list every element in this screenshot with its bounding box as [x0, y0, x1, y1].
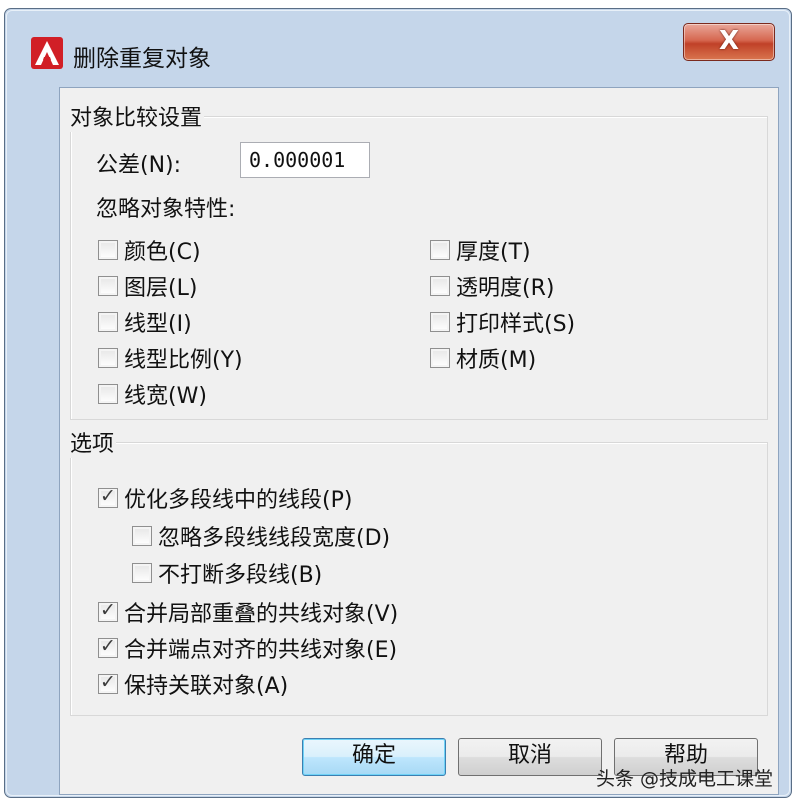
checkbox-box[interactable] — [132, 526, 152, 546]
checkbox-combine-end-to-end[interactable]: 合并端点对齐的共线对象(E) — [98, 634, 398, 663]
checkbox-thickness[interactable]: 厚度(T) — [430, 236, 531, 265]
checkbox-label: 忽略多段线线段宽度(D) — [158, 526, 391, 551]
checkbox-linetype[interactable]: 线型(I) — [98, 308, 192, 337]
checkbox-label: 合并局部重叠的共线对象(V) — [124, 602, 399, 627]
cancel-button[interactable]: 取消 — [458, 738, 602, 776]
checkbox-label: 合并端点对齐的共线对象(E) — [124, 638, 398, 663]
checkbox-do-not-break-polyline[interactable]: 不打断多段线(B) — [132, 559, 323, 588]
checkbox-label: 颜色(C) — [124, 240, 201, 265]
checkbox-layer[interactable]: 图层(L) — [98, 272, 198, 301]
checkbox-box[interactable] — [98, 348, 118, 368]
window-title: 删除重复对象 — [73, 46, 211, 72]
checkbox-box[interactable] — [430, 312, 450, 332]
checkbox-box[interactable] — [98, 276, 118, 296]
checkbox-box[interactable] — [430, 240, 450, 260]
checkbox-label: 线宽(W) — [124, 384, 207, 409]
autocad-app-icon — [31, 37, 63, 69]
compare-settings-legend: 对象比较设置 — [68, 100, 205, 132]
checkbox-label: 线型比例(Y) — [124, 348, 243, 373]
checkbox-box[interactable] — [98, 485, 118, 508]
checkbox-color[interactable]: 颜色(C) — [98, 236, 201, 265]
ignore-properties-label: 忽略对象特性: — [96, 197, 236, 222]
checkbox-box[interactable] — [98, 312, 118, 332]
checkbox-box[interactable] — [98, 671, 118, 694]
close-icon: X — [718, 26, 740, 56]
checkbox-label: 不打断多段线(B) — [158, 563, 323, 588]
checkbox-box[interactable] — [98, 635, 118, 658]
title-bar[interactable]: 删除重复对象 X — [11, 15, 785, 81]
checkbox-lineweight[interactable]: 线宽(W) — [98, 380, 207, 409]
checkbox-linetype-scale[interactable]: 线型比例(Y) — [98, 344, 243, 373]
checkbox-label: 厚度(T) — [456, 240, 531, 265]
checkbox-label: 优化多段线中的线段(P) — [124, 488, 353, 513]
checkbox-label: 透明度(R) — [456, 276, 555, 301]
tolerance-input[interactable]: 0.000001 — [240, 142, 370, 178]
options-legend: 选项 — [68, 426, 117, 458]
checkbox-combine-overlapping[interactable]: 合并局部重叠的共线对象(V) — [98, 598, 399, 627]
checkbox-box[interactable] — [430, 276, 450, 296]
checkbox-box[interactable] — [98, 599, 118, 622]
checkbox-box[interactable] — [132, 563, 152, 583]
ok-button[interactable]: 确定 — [302, 738, 446, 776]
checkbox-plot-style[interactable]: 打印样式(S) — [430, 308, 576, 337]
close-button[interactable]: X — [683, 23, 775, 61]
checkbox-label: 材质(M) — [456, 348, 537, 373]
checkbox-material[interactable]: 材质(M) — [430, 344, 537, 373]
checkbox-label: 线型(I) — [124, 312, 192, 337]
checkbox-ignore-polyline-width[interactable]: 忽略多段线线段宽度(D) — [132, 522, 391, 551]
checkbox-label: 图层(L) — [124, 276, 198, 301]
checkbox-box[interactable] — [430, 348, 450, 368]
checkbox-label: 保持关联对象(A) — [124, 674, 289, 699]
checkbox-transparency[interactable]: 透明度(R) — [430, 272, 555, 301]
checkbox-box[interactable] — [98, 240, 118, 260]
checkbox-optimize-polyline[interactable]: 优化多段线中的线段(P) — [98, 484, 353, 513]
checkbox-box[interactable] — [98, 384, 118, 404]
checkbox-maintain-associative[interactable]: 保持关联对象(A) — [98, 670, 289, 699]
tolerance-label: 公差(N): — [96, 153, 182, 178]
dialog-client-area: 对象比较设置 公差(N): 0.000001 忽略对象特性: 颜色(C) 图层(… — [59, 87, 779, 795]
checkbox-label: 打印样式(S) — [456, 312, 576, 337]
dialog-window: 删除重复对象 X 对象比较设置 公差(N): 0.000001 忽略对象特性: … — [4, 8, 792, 798]
watermark-text: 头条 @技成电工课堂 — [596, 768, 774, 790]
